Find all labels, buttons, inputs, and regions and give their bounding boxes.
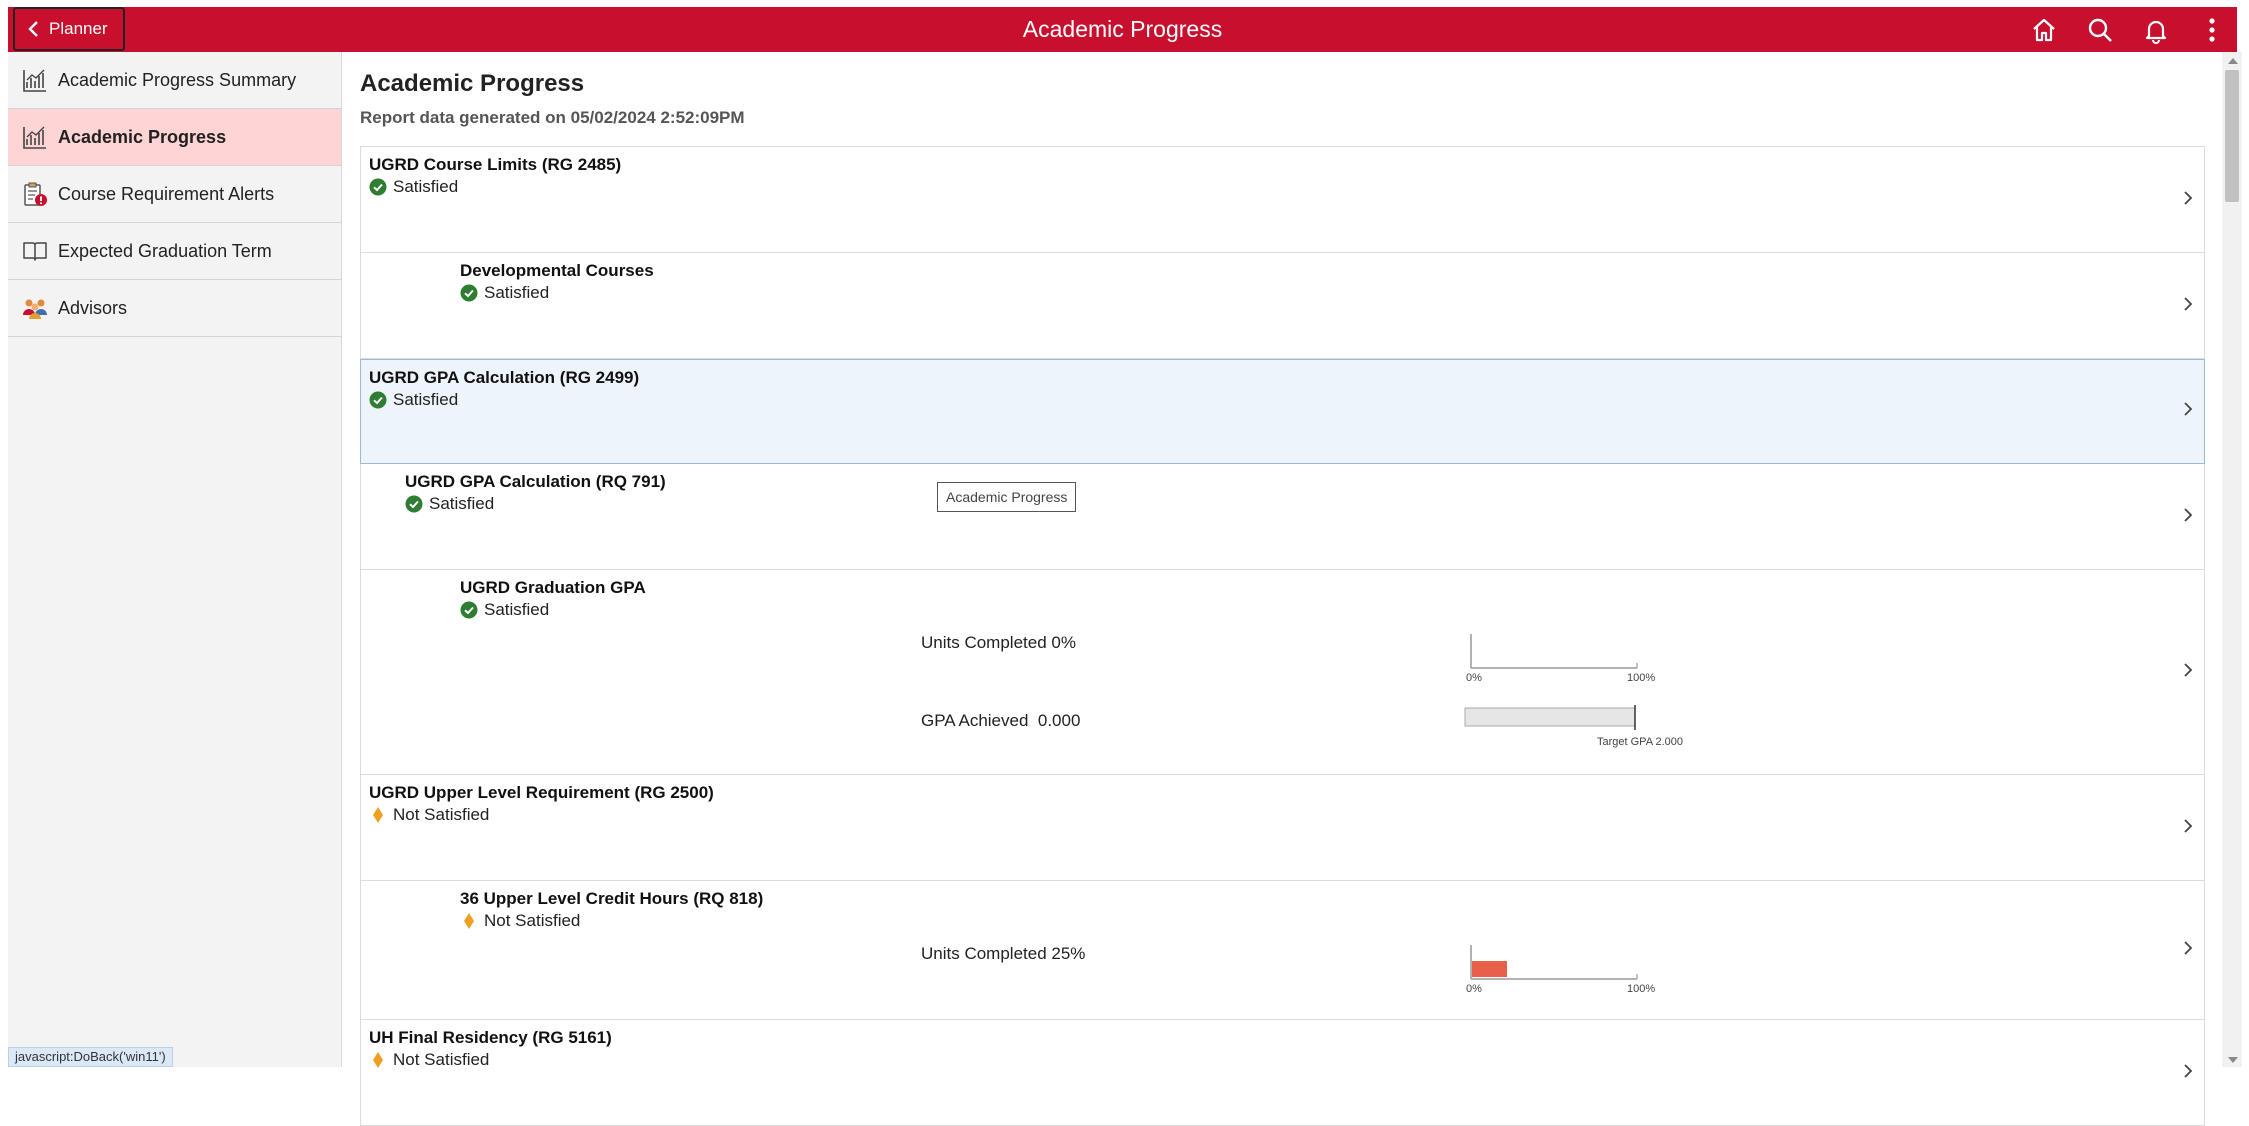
warning-diamond-icon (373, 807, 383, 823)
requirement-status: Not Satisfied (369, 1050, 489, 1070)
sidebar-item-academic-progress[interactable]: Academic Progress (8, 109, 341, 166)
back-button-label: Planner (49, 19, 108, 38)
chevron-right-icon (2182, 1062, 2198, 1084)
sidebar-item-course-requirement-alerts[interactable]: Course Requirement Alerts (8, 166, 341, 223)
warning-diamond-icon (464, 913, 474, 929)
requirement-row-final-residency[interactable]: UH Final Residency (RG 5161) Not Satisfi… (360, 1020, 2205, 1126)
sidebar-item-expected-graduation-term[interactable]: Expected Graduation Term (8, 223, 341, 280)
browser-status-bar: javascript:DoBack('win11') (8, 1047, 173, 1067)
units-progress-fill (1472, 961, 1507, 977)
check-circle-icon (460, 601, 478, 619)
sidebar-item-label: Expected Graduation Term (58, 240, 272, 261)
open-book-icon (23, 242, 47, 261)
sidebar-item-label: Academic Progress Summary (58, 69, 297, 90)
scroll-thumb[interactable] (2225, 70, 2239, 202)
page-header-title: Academic Progress (1022, 16, 1223, 42)
chevron-right-icon (2182, 661, 2198, 683)
requirement-status-text: Not Satisfied (393, 805, 490, 824)
notifications-button[interactable] (2141, 15, 2171, 45)
sidebar-item-academic-progress-summary[interactable]: Academic Progress Summary (8, 52, 341, 109)
requirement-row-upper-level-credit-hours[interactable]: 36 Upper Level Credit Hours (RQ 818) Not… (360, 881, 2205, 1020)
back-to-planner-button[interactable]: Planner (13, 7, 125, 51)
clipboard-alert-icon (24, 182, 47, 206)
requirement-title: UGRD GPA Calculation (RQ 791) (405, 472, 666, 491)
requirement-row-graduation-gpa[interactable]: UGRD Graduation GPA Satisfied Units Comp… (360, 570, 2205, 775)
gpa-target-label: Target GPA 2.000 (1597, 736, 1684, 748)
check-circle-icon (460, 284, 478, 302)
requirement-title: UGRD Upper Level Requirement (RG 2500) (369, 783, 714, 802)
requirement-title: UH Final Residency (RG 5161) (369, 1028, 612, 1047)
gpa-progress-bar (1464, 705, 1636, 730)
gpa-achieved-label: GPA Achieved 0.000 (921, 711, 1080, 731)
requirement-status: Satisfied (460, 283, 549, 303)
bell-icon (2145, 20, 2167, 44)
check-circle-icon (369, 391, 387, 409)
requirement-status: Not Satisfied (460, 911, 580, 931)
requirement-status: Satisfied (369, 390, 458, 410)
scale-min-label: 0% (1466, 983, 1482, 995)
tooltip: Academic Progress (937, 482, 1077, 512)
more-actions-button[interactable] (2197, 15, 2227, 45)
kebab-menu-icon (2209, 17, 2215, 42)
chevron-right-icon (2182, 189, 2198, 211)
report-generated-text: Report data generated on 05/02/2024 2:52… (360, 108, 745, 127)
home-icon (2033, 18, 2055, 41)
requirement-row-course-limits[interactable]: UGRD Course Limits (RG 2485) Satisfied (360, 147, 2205, 253)
requirement-status-text: Satisfied (484, 283, 550, 302)
requirement-status-text: Not Satisfied (484, 911, 581, 930)
page-title: Academic Progress (360, 70, 585, 97)
chart-icon (23, 69, 46, 92)
sidebar-nav: Academic Progress Summary Academic Progr… (8, 52, 342, 1067)
requirements-list: UGRD Course Limits (RG 2485) Satisfied D… (360, 146, 2205, 1126)
requirement-status-text: Satisfied (393, 390, 459, 409)
requirement-status-text: Satisfied (393, 177, 459, 196)
requirement-status: Satisfied (369, 177, 458, 197)
units-completed-label: Units Completed 25% (921, 944, 1086, 963)
chart-icon (23, 126, 46, 149)
scale-max-label: 100% (1627, 983, 1656, 995)
units-completed-label: Units Completed 0% (921, 633, 1076, 652)
requirement-status-text: Satisfied (429, 494, 495, 513)
chevron-right-icon (2182, 939, 2198, 961)
check-circle-icon (369, 178, 387, 196)
requirement-status-text: Satisfied (484, 600, 550, 619)
sidebar-item-label: Course Requirement Alerts (58, 183, 275, 204)
requirement-status: Satisfied (460, 600, 549, 620)
requirement-status-text: Not Satisfied (393, 1050, 490, 1069)
requirement-status: Not Satisfied (369, 805, 489, 825)
requirement-status: Satisfied (405, 494, 494, 514)
home-button[interactable] (2029, 15, 2059, 45)
requirement-title: 36 Upper Level Credit Hours (RQ 818) (460, 889, 764, 908)
search-icon (2088, 18, 2112, 42)
requirement-row-gpa-calculation-rq[interactable]: UGRD GPA Calculation (RQ 791) Satisfied (360, 464, 2205, 570)
check-circle-icon (405, 495, 423, 513)
requirement-title: Developmental Courses (460, 261, 654, 280)
chevron-right-icon (2182, 817, 2198, 839)
chevron-left-icon (28, 21, 38, 37)
scroll-up-arrow-icon[interactable] (2228, 58, 2238, 64)
sidebar-item-advisors[interactable]: Advisors (8, 280, 341, 337)
chevron-right-icon (2182, 295, 2198, 317)
search-button[interactable] (2085, 15, 2115, 45)
people-icon (23, 299, 47, 319)
requirement-title: UGRD GPA Calculation (RG 2499) (369, 368, 640, 387)
vertical-scrollbar[interactable] (2222, 52, 2242, 1067)
requirement-row-upper-level-requirement[interactable]: UGRD Upper Level Requirement (RG 2500) N… (360, 775, 2205, 881)
chevron-right-icon (2182, 506, 2198, 528)
scale-min-label: 0% (1466, 672, 1482, 684)
header-actions (2029, 7, 2227, 52)
scale-max-label: 100% (1627, 672, 1656, 684)
sidebar-item-label: Advisors (58, 297, 128, 318)
scroll-down-arrow-icon[interactable] (2228, 1057, 2238, 1063)
app-header: Planner Academic Progress (8, 7, 2237, 52)
warning-diamond-icon (373, 1052, 383, 1068)
main-content: Academic Progress Report data generated … (342, 52, 2222, 1126)
requirement-title: UGRD Graduation GPA (460, 578, 646, 597)
gpa-achieved-text: GPA Achieved 0.000 (921, 711, 1081, 730)
requirement-title: UGRD Course Limits (RG 2485) (369, 155, 622, 174)
requirement-row-gpa-calculation-rg[interactable]: UGRD GPA Calculation (RG 2499) Satisfied (360, 359, 2205, 464)
chevron-right-icon (2182, 400, 2198, 422)
sidebar-item-label: Academic Progress (58, 126, 227, 147)
requirement-row-developmental-courses[interactable]: Developmental Courses Satisfied (360, 253, 2205, 359)
